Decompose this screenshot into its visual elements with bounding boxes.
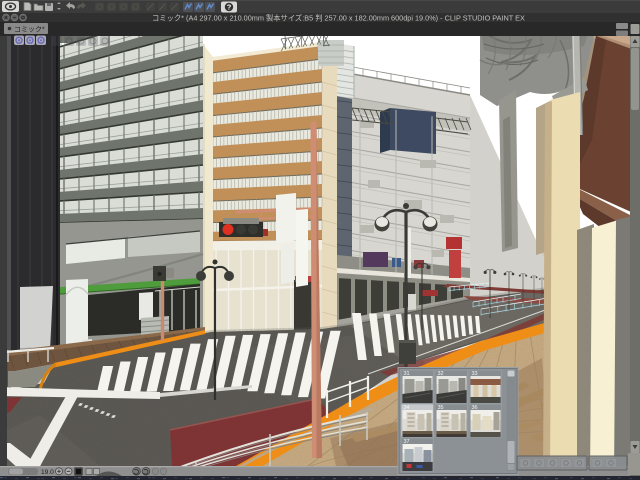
- svg-text:19.0: 19.0: [41, 469, 54, 476]
- svg-text:コミック*: コミック*: [14, 26, 45, 34]
- svg-text:?: ?: [227, 3, 232, 12]
- svg-text:コミック* (A4 297.00 x 210.00mm 製本: コミック* (A4 297.00 x 210.00mm 製本サイズ:B5 判 2…: [152, 14, 525, 23]
